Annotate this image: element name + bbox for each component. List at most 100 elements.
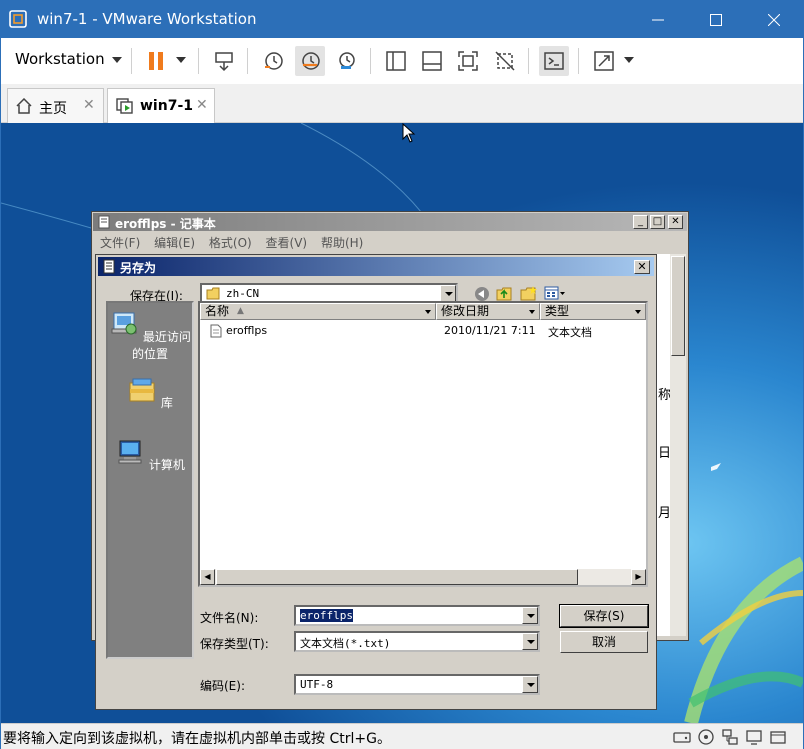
close-button[interactable] bbox=[745, 1, 803, 38]
file-list[interactable]: 名称 ▲ 修改日期 类型 erofflps 2010/11/21 7:11 文本… bbox=[198, 301, 648, 587]
revert-snapshot-button[interactable] bbox=[295, 46, 325, 76]
place-computer[interactable]: 计算机 bbox=[108, 437, 192, 473]
scrollbar-thumb[interactable] bbox=[216, 569, 578, 585]
save-button[interactable]: 保存(S) bbox=[559, 604, 649, 628]
chevron-down-icon[interactable] bbox=[522, 676, 538, 693]
home-icon bbox=[16, 98, 32, 114]
menu-edit[interactable]: 编辑(E) bbox=[154, 236, 195, 250]
file-type-cell: 文本文档 bbox=[548, 326, 592, 339]
suspend-button[interactable] bbox=[141, 46, 171, 76]
take-snapshot-button[interactable] bbox=[258, 46, 288, 76]
place-libraries[interactable]: 库 bbox=[108, 375, 192, 411]
filename-label: 文件名(N): bbox=[200, 611, 259, 625]
recent-places-icon bbox=[111, 312, 137, 335]
power-menu-chevron-icon[interactable] bbox=[176, 57, 186, 63]
show-library-button[interactable] bbox=[381, 46, 411, 76]
encoding-select[interactable]: UTF-8 bbox=[294, 674, 540, 695]
column-header-modified[interactable]: 修改日期 bbox=[436, 303, 540, 320]
window-title: win7-1 - VMware Workstation bbox=[37, 10, 257, 28]
column-header-type[interactable]: 类型 bbox=[540, 303, 646, 320]
stretch-menu-chevron-icon[interactable] bbox=[624, 57, 634, 63]
notepad-icon bbox=[98, 215, 110, 229]
tab-home[interactable]: 主页 ✕ bbox=[7, 88, 104, 123]
column-dropdown-icon[interactable] bbox=[634, 305, 644, 318]
display-icon[interactable] bbox=[745, 728, 763, 746]
chevron-down-icon[interactable] bbox=[522, 607, 538, 624]
horizontal-scrollbar[interactable]: ◀ ▶ bbox=[200, 569, 646, 585]
file-name-cell: erofflps bbox=[226, 324, 268, 337]
notepad-minimize-button[interactable]: _ bbox=[633, 215, 648, 229]
notepad-menu-bar: 文件(F) 编辑(E) 格式(O) 查看(V) 帮助(H) bbox=[100, 234, 373, 251]
scroll-right-icon[interactable]: ▶ bbox=[631, 569, 646, 585]
notepad-close-button[interactable]: ✕ bbox=[668, 215, 683, 229]
notepad-title-bar: erofflps - 记事本 _ □ ✕ bbox=[93, 213, 687, 231]
scrollbar-thumb[interactable] bbox=[671, 256, 685, 356]
places-bar: 最近访问的位置 库 计算机 bbox=[106, 301, 194, 659]
vm-console[interactable]: erofflps - 记事本 _ □ ✕ 文件(F) 编辑(E) 格式(O) 查… bbox=[1, 123, 803, 723]
toolbar-divider bbox=[247, 48, 248, 74]
tab-win7-1[interactable]: win7-1 ✕ bbox=[107, 88, 215, 124]
chevron-down-icon[interactable] bbox=[522, 633, 538, 650]
stretch-guest-button[interactable] bbox=[589, 46, 619, 76]
notepad-maximize-button[interactable]: □ bbox=[650, 215, 665, 229]
message-log-icon[interactable] bbox=[769, 728, 787, 746]
encoding-label: 编码(E): bbox=[200, 679, 245, 693]
menu-help[interactable]: 帮助(H) bbox=[321, 236, 363, 250]
status-message: 要将输入定向到该虚拟机，请在虚拟机内部单击或按 Ctrl+G。 bbox=[3, 731, 391, 747]
full-screen-button[interactable] bbox=[453, 46, 483, 76]
toolbar-divider bbox=[131, 48, 132, 74]
column-dropdown-icon[interactable] bbox=[528, 305, 538, 318]
column-modified-label: 修改日期 bbox=[441, 304, 490, 318]
tab-home-label: 主页 bbox=[39, 101, 67, 117]
filetype-select[interactable]: 文本文档(*.txt) bbox=[294, 631, 540, 652]
filename-input[interactable]: erofflps bbox=[294, 605, 540, 626]
filetype-label: 保存类型(T): bbox=[200, 637, 269, 651]
snapshot-clock-icon bbox=[265, 52, 283, 70]
notepad-vertical-scrollbar[interactable] bbox=[670, 254, 686, 636]
show-thumbnail-bar-button[interactable] bbox=[417, 46, 447, 76]
mouse-pointer-icon bbox=[402, 123, 416, 143]
close-icon[interactable]: ✕ bbox=[196, 97, 208, 113]
chevron-down-icon[interactable] bbox=[112, 57, 122, 63]
workstation-menu-button[interactable]: Workstation bbox=[15, 50, 105, 68]
toolbar: Workstation bbox=[1, 38, 803, 84]
cd-rom-icon[interactable] bbox=[697, 728, 715, 746]
maximize-button[interactable] bbox=[687, 1, 745, 38]
vmware-app-icon bbox=[9, 10, 27, 28]
toolbar-divider bbox=[198, 48, 199, 74]
file-modified-cell: 2010/11/21 7:11 bbox=[444, 324, 536, 337]
filetype-value: 文本文档(*.txt) bbox=[300, 637, 391, 650]
text-file-icon bbox=[210, 324, 222, 338]
send-ctrl-alt-del-button[interactable] bbox=[209, 46, 239, 76]
close-icon[interactable]: ✕ bbox=[83, 97, 95, 113]
dialog-close-button[interactable]: ✕ bbox=[634, 260, 650, 274]
cancel-button[interactable]: 取消 bbox=[560, 631, 648, 653]
column-name-label: 名称 bbox=[205, 304, 230, 318]
snapshot-manager-button[interactable] bbox=[331, 46, 361, 76]
chevron-down-icon[interactable] bbox=[440, 285, 456, 302]
back-icon[interactable] bbox=[474, 286, 490, 302]
toolbar-divider bbox=[578, 48, 579, 74]
console-view-button[interactable] bbox=[539, 46, 569, 76]
vm-running-icon bbox=[116, 98, 133, 114]
fullscreen-icon bbox=[458, 51, 478, 71]
title-bar: win7-1 - VMware Workstation bbox=[1, 1, 803, 38]
up-folder-icon[interactable] bbox=[496, 285, 513, 302]
menu-file[interactable]: 文件(F) bbox=[100, 236, 140, 250]
new-folder-icon[interactable] bbox=[520, 285, 537, 302]
hard-disk-icon[interactable] bbox=[673, 728, 691, 746]
network-adapter-icon[interactable] bbox=[721, 728, 739, 746]
menu-view[interactable]: 查看(V) bbox=[266, 236, 308, 250]
library-icon bbox=[129, 378, 155, 402]
menu-format[interactable]: 格式(O) bbox=[209, 236, 252, 250]
keyboard-send-icon bbox=[215, 52, 233, 72]
column-header-name[interactable]: 名称 ▲ bbox=[200, 303, 436, 320]
scroll-left-icon[interactable]: ◀ bbox=[200, 569, 215, 585]
toolbar-divider bbox=[370, 48, 371, 74]
table-row[interactable]: erofflps 2010/11/21 7:11 文本文档 bbox=[200, 323, 646, 339]
place-recent[interactable]: 最近访问的位置 bbox=[108, 309, 192, 362]
column-dropdown-icon[interactable] bbox=[424, 305, 434, 318]
minimize-button[interactable] bbox=[629, 1, 687, 38]
view-menu-icon[interactable] bbox=[544, 286, 566, 301]
unity-button[interactable] bbox=[490, 46, 520, 76]
